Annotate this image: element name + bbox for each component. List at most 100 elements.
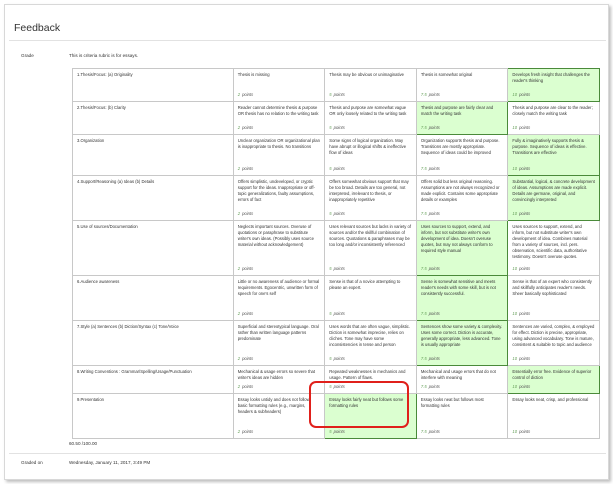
points-value: 2 [237, 91, 241, 97]
criterion-name: 5.Use of sources/Documentation [72, 220, 234, 276]
points-word: points [242, 310, 254, 316]
points-word: points [333, 310, 345, 316]
points-word: points [333, 165, 345, 171]
points-value: 7.5 [420, 355, 427, 361]
points-word: points [519, 310, 531, 316]
level-description: Sense is somewhat sensitive and meets re… [420, 279, 496, 297]
level-description: Thesis and purpose are somewhat vague OR… [329, 105, 407, 117]
points-word: points [428, 383, 440, 389]
level-description: Essay looks neat but follows most format… [420, 397, 484, 409]
rubric-level: Thesis and purpose are somewhat vague OR… [324, 101, 417, 135]
level-description: Offers somewhat obvious support that may… [329, 179, 409, 203]
points-word: points [428, 210, 440, 216]
points-word: points [242, 91, 254, 97]
level-description: Fully & imaginatively supports thesis & … [512, 138, 587, 156]
points-value: 5 [329, 265, 332, 271]
rubric-level-selected: Fully & imaginatively supports thesis & … [507, 134, 600, 176]
rubric-level-selected: Sentences show some variety & complexity… [415, 320, 509, 366]
points-word: points [333, 210, 345, 216]
rubric-level: Neglects important sources. Overuse of q… [232, 220, 326, 276]
points-value: 10 [512, 210, 518, 216]
rubric-level: Reader cannot determine thesis & purpose… [232, 101, 326, 135]
level-description: Sense is that of a novice attempting to … [329, 279, 401, 291]
points-word: points [242, 124, 254, 130]
level-points: 2 points [238, 384, 254, 390]
level-points: 10 points [512, 92, 530, 98]
level-description: Thesis and purpose are clear to the read… [512, 105, 593, 117]
points-word: points [519, 210, 531, 216]
level-points: 7.5 points [421, 266, 440, 272]
points-word: points [519, 124, 531, 130]
level-description: Mechanical & usage errors so severe that… [237, 369, 316, 381]
rubric-row: 5.Use of sources/Documentation Neglects i… [72, 220, 600, 276]
level-description: Substantial, logical, & concrete develop… [512, 179, 595, 203]
points-word: points [428, 91, 440, 97]
criterion-name: 1.Thesis/Focus: (a) Originality [72, 68, 234, 102]
points-value: 10 [512, 124, 518, 130]
rubric-level: Thesis is missing 2 points [232, 68, 326, 102]
level-points: 10 points [512, 125, 530, 131]
highlight-annotation [309, 381, 409, 428]
level-description: Little or no awareness of audience or fo… [237, 279, 320, 297]
level-description: Essay looks untidy and does not follow b… [237, 397, 310, 415]
level-points: 7.5 points [421, 92, 440, 98]
points-value: 2 [237, 428, 241, 434]
points-word: points [519, 265, 531, 271]
criterion-name: 3.Organization [72, 134, 234, 176]
level-points: 2 points [238, 211, 254, 217]
level-description: Thesis and purpose are fairly clear and … [420, 105, 494, 117]
points-value: 7.5 [420, 210, 427, 216]
rubric-level: Thesis and purpose are clear to the read… [507, 101, 600, 135]
points-value: 2 [237, 165, 241, 171]
level-points: 7.5 points [421, 125, 440, 131]
level-points: 10 points [512, 429, 530, 435]
level-points: 5 points [329, 166, 345, 172]
points-word: points [428, 165, 440, 171]
level-description: Offers simplistic, undeveloped, or crypt… [237, 179, 315, 203]
level-points: 10 points [512, 356, 530, 362]
level-points: 5 points [329, 429, 345, 435]
points-word: points [242, 265, 254, 271]
rubric-level: Thesis is somewhat original 7.5 points [415, 68, 509, 102]
points-word: points [428, 428, 440, 434]
points-value: 2 [237, 124, 241, 130]
points-word: points [242, 210, 254, 216]
points-value: 10 [512, 310, 518, 316]
level-description: Thesis is somewhat original [420, 72, 473, 77]
feedback-panel: Feedback Grade This is criteria rubric i… [4, 4, 609, 480]
grade-label: Grade [21, 53, 34, 58]
points-value: 10 [512, 91, 518, 97]
points-value: 2 [237, 355, 241, 361]
rubric-row: 3.Organization Unclear organization OR or… [72, 134, 600, 176]
level-description: Reader cannot determine thesis & purpose… [237, 105, 319, 117]
rubric-level-selected: Substantial, logical, & concrete develop… [507, 175, 600, 221]
level-points: 7.5 points [421, 166, 440, 172]
level-points: 7.5 points [421, 311, 440, 317]
points-word: points [428, 310, 440, 316]
criterion-name: 9.Presentation [72, 393, 234, 439]
level-description: Uses relevant sources but lacks in varie… [329, 224, 411, 248]
points-value: 10 [512, 165, 518, 171]
points-value: 7.5 [420, 91, 427, 97]
level-description: Uses sources to support, extend, and inf… [512, 224, 588, 260]
rubric-level: Some signs of logical organization. May … [324, 134, 417, 176]
level-points: 2 points [238, 92, 254, 98]
criterion-name: 4.Support/Reasoning (a) Ideas (b) Detail… [72, 175, 234, 221]
rubric-level: Sense is that of a novice attempting to … [324, 275, 417, 321]
level-description: Sentences are varied, complex, & employe… [512, 324, 595, 348]
rubric-level: Little or no awareness of audience or fo… [232, 275, 326, 321]
points-value: 10 [512, 265, 518, 271]
level-points: 7.5 points [421, 429, 440, 435]
points-word: points [519, 165, 531, 171]
level-description: Uses sources to support, extend, and inf… [420, 224, 493, 254]
level-points: 5 points [329, 311, 345, 317]
level-points: 2 points [238, 429, 254, 435]
rubric-level: Uses relevant sources but lacks in varie… [324, 220, 417, 276]
points-word: points [519, 428, 531, 434]
level-description: Uses words that are often vague, simplis… [329, 324, 411, 348]
rubric-level: Offers somewhat obvious support that may… [324, 175, 417, 221]
level-points: 10 points [512, 166, 530, 172]
points-value: 10 [512, 383, 518, 389]
level-points: 10 points [512, 311, 530, 317]
rubric-level: Mechanical and usage errors that do not … [415, 365, 509, 394]
